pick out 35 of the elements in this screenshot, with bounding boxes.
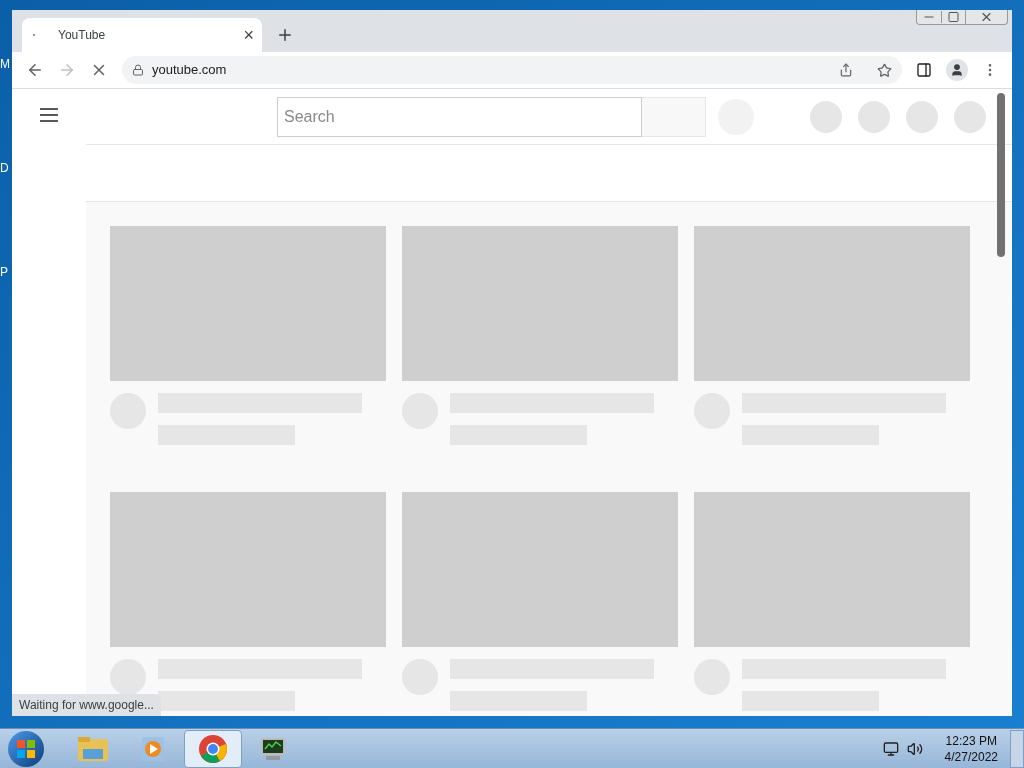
- clock-date: 4/27/2022: [944, 748, 998, 765]
- tab-title: YouTube: [58, 27, 107, 44]
- volume-icon[interactable]: [906, 740, 923, 757]
- icon-placeholder: [810, 100, 842, 133]
- new-tab-icon[interactable]: [276, 26, 294, 44]
- taskbar-button[interactable]: [184, 729, 242, 768]
- network-icon[interactable]: [882, 740, 899, 757]
- browser-tab[interactable]: YouTube ×: [22, 18, 262, 52]
- folder-icon: [77, 734, 109, 763]
- menu-icon[interactable]: [39, 107, 59, 123]
- windows-logo-icon: [17, 739, 35, 758]
- play-icon: [139, 734, 167, 763]
- avatar-placeholder: [110, 659, 146, 695]
- address-bar[interactable]: youtube.com: [122, 56, 902, 84]
- share-icon[interactable]: [839, 63, 853, 77]
- lock-icon: [132, 64, 144, 76]
- icon-placeholder: [858, 100, 890, 133]
- person-icon: [950, 63, 964, 77]
- side-panel-icon[interactable]: [916, 62, 932, 78]
- start-button[interactable]: [8, 730, 44, 767]
- icon-placeholder: [954, 100, 986, 133]
- search-field[interactable]: Search: [277, 96, 642, 137]
- scrollbar-thumb[interactable]: [997, 93, 1005, 257]
- clock-time: 12:23 PM: [945, 732, 997, 749]
- tab-close[interactable]: ×: [243, 26, 254, 44]
- desktop-icon-label: M: [0, 58, 10, 70]
- back-icon[interactable]: [26, 61, 44, 79]
- profile-button[interactable]: [946, 59, 968, 81]
- icon-placeholder: [906, 100, 938, 133]
- desktop-icon-label: P: [0, 266, 9, 278]
- desktop-icon-label: D: [0, 162, 10, 174]
- star-icon[interactable]: [877, 62, 892, 78]
- chrome-icon: [198, 733, 228, 764]
- status-bubble: Waiting for www.google...: [12, 694, 161, 716]
- address-text: youtube.com: [152, 61, 227, 80]
